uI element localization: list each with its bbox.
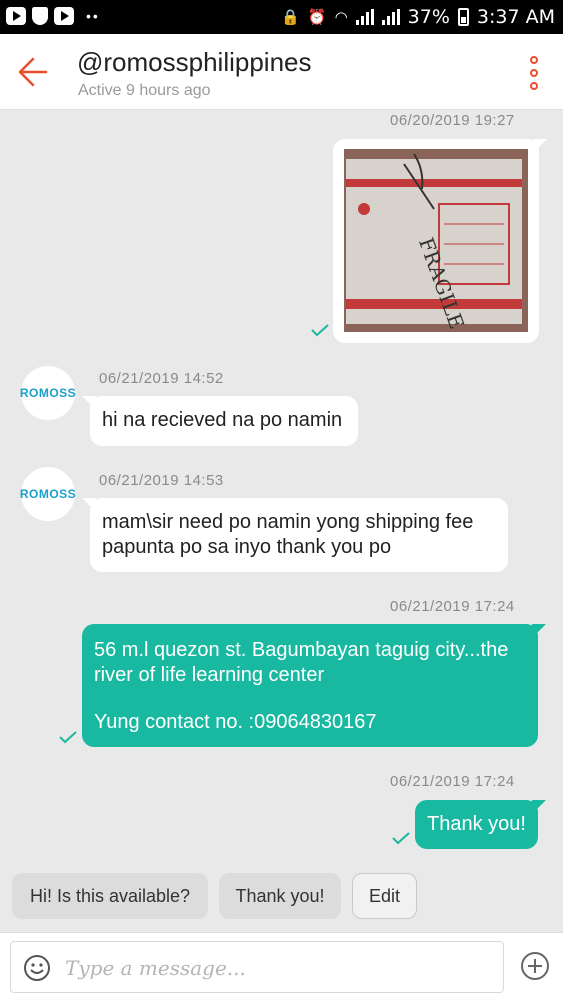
more-notifications-icon: •• [86, 8, 100, 24]
message-text-line: Yung contact no. :09064830167 [94, 711, 377, 733]
battery-icon [457, 8, 469, 26]
emoji-icon[interactable] [23, 954, 51, 982]
package-photo[interactable]: FRAGILE [344, 149, 528, 332]
signal-icon [355, 9, 374, 25]
message-text: Thank you! [427, 813, 526, 835]
more-options-icon[interactable] [527, 56, 541, 90]
chat-title: @romossphilippines [77, 47, 312, 77]
message-text: hi na recieved na po namin [102, 409, 343, 431]
quick-reply-chip[interactable]: Hi! Is this available? [12, 873, 208, 919]
message-timestamp: 06/21/2019 14:53 [99, 472, 224, 489]
wifi-icon: ◠ [334, 8, 348, 26]
status-bar-right: 🔒 ⏰ ◠ 37% 3:37 AM [281, 6, 555, 28]
read-check-icon [392, 832, 410, 845]
message-input-bar: Type a message... [0, 932, 563, 1000]
read-check-icon [59, 731, 77, 744]
status-bar: •• 🔒 ⏰ ◠ 37% 3:37 AM [0, 0, 563, 34]
message-text-line: river of life learning center [94, 664, 325, 686]
message-timestamp: 06/21/2019 14:52 [99, 370, 224, 387]
youtube-icon [54, 7, 74, 25]
edit-quick-replies-button[interactable]: Edit [352, 873, 417, 919]
avatar[interactable]: ROMOSS [20, 366, 76, 420]
chat-header: @romossphilippines Active 9 hours ago [0, 34, 563, 110]
battery-percent: 37% [407, 6, 450, 28]
message-input[interactable]: Type a message... [10, 941, 504, 993]
message-text-line [94, 688, 526, 710]
youtube-icon [6, 7, 26, 25]
lock-icon: 🔒 [281, 8, 300, 26]
message-text-line: papunta po sa inyo thank you po [102, 536, 392, 558]
signal-icon [381, 9, 400, 25]
message-bubble[interactable]: 56 m.l quezon st. Bagumbayan taguig city… [82, 624, 546, 747]
message-timestamp: 06/21/2019 17:24 [390, 773, 515, 790]
alarm-icon: ⏰ [307, 8, 327, 26]
shield-icon [32, 7, 48, 25]
add-attachment-icon[interactable] [520, 951, 550, 981]
message-bubble[interactable]: hi na recieved na po namin [82, 396, 358, 446]
message-text-line: mam\sir need po namin yong shipping fee [102, 511, 474, 533]
image-message[interactable]: FRAGILE [333, 139, 547, 343]
message-bubble[interactable]: Thank you! [415, 800, 546, 849]
avatar[interactable]: ROMOSS [20, 467, 76, 521]
back-arrow-icon[interactable] [16, 54, 52, 90]
message-timestamp: 06/21/2019 17:24 [390, 598, 515, 615]
active-status: Active 9 hours ago [78, 82, 211, 99]
read-check-icon [311, 324, 329, 337]
message-input-placeholder: Type a message... [65, 956, 246, 980]
clock: 3:37 AM [476, 6, 555, 28]
status-bar-left: •• [6, 7, 100, 25]
message-timestamp: 06/20/2019 19:27 [390, 112, 515, 129]
message-text-line: 56 m.l quezon st. Bagumbayan taguig city… [94, 639, 509, 661]
quick-reply-chip[interactable]: Thank you! [219, 873, 341, 919]
message-bubble[interactable]: mam\sir need po namin yong shipping fee … [82, 498, 508, 572]
